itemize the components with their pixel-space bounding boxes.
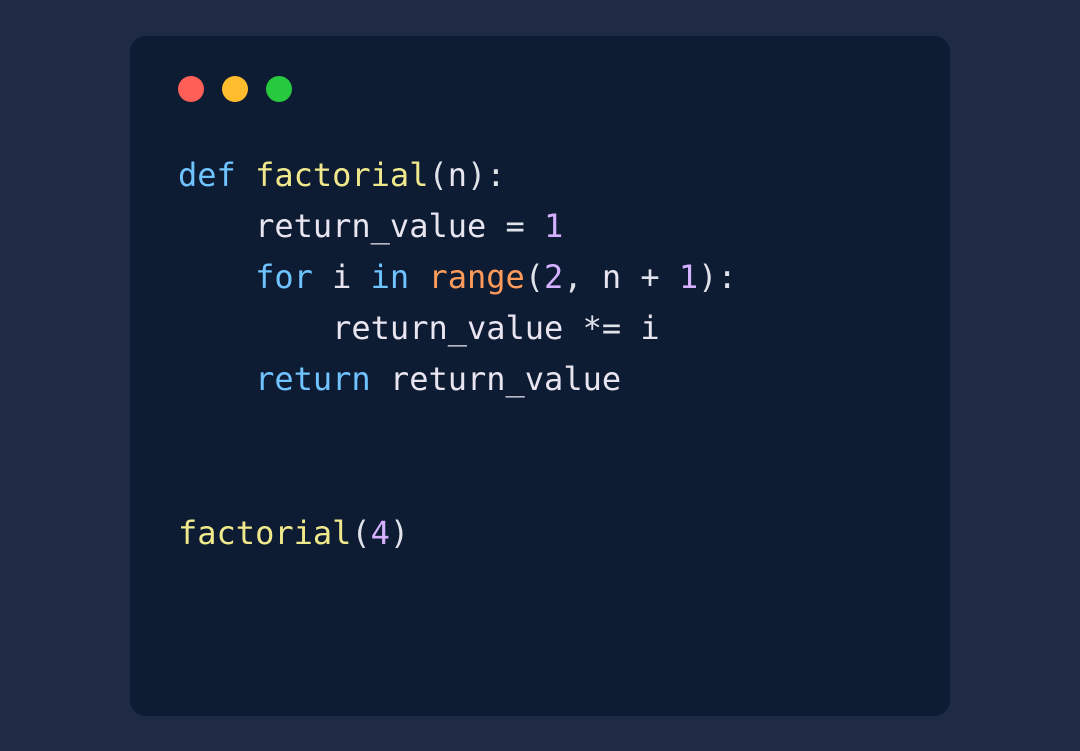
op-assign: = (486, 207, 544, 245)
indent (178, 360, 255, 398)
num-literal: 4 (371, 514, 390, 552)
op-muleq: *= (563, 309, 640, 347)
paren-open: ( (525, 258, 544, 296)
keyword-for: for (255, 258, 313, 296)
op-plus: + (621, 258, 679, 296)
keyword-def: def (178, 156, 236, 194)
num-literal: 2 (544, 258, 563, 296)
var-return-value: return_value (332, 309, 563, 347)
var-return-value: return_value (390, 360, 621, 398)
paren-close: ) (698, 258, 717, 296)
minimize-icon[interactable] (222, 76, 248, 102)
indent (178, 309, 332, 347)
builtin-range: range (428, 258, 524, 296)
maximize-icon[interactable] (266, 76, 292, 102)
var-n: n (602, 258, 621, 296)
comma: , (563, 258, 602, 296)
param-n: n (448, 156, 467, 194)
colon: : (486, 156, 505, 194)
indent (178, 258, 255, 296)
num-literal: 1 (544, 207, 563, 245)
keyword-in: in (371, 258, 410, 296)
colon: : (717, 258, 736, 296)
function-name: factorial (255, 156, 428, 194)
paren-close: ) (467, 156, 486, 194)
var-i: i (640, 309, 659, 347)
var-return-value: return_value (255, 207, 486, 245)
var-i: i (332, 258, 351, 296)
code-window: def factorial(n): return_value = 1 for i… (130, 36, 950, 716)
indent (178, 207, 255, 245)
code-area: def factorial(n): return_value = 1 for i… (178, 150, 902, 560)
window-controls (178, 76, 902, 102)
keyword-return: return (255, 360, 371, 398)
paren-close: ) (390, 514, 409, 552)
close-icon[interactable] (178, 76, 204, 102)
paren-open: ( (428, 156, 447, 194)
paren-open: ( (351, 514, 370, 552)
num-literal: 1 (679, 258, 698, 296)
function-call: factorial (178, 514, 351, 552)
